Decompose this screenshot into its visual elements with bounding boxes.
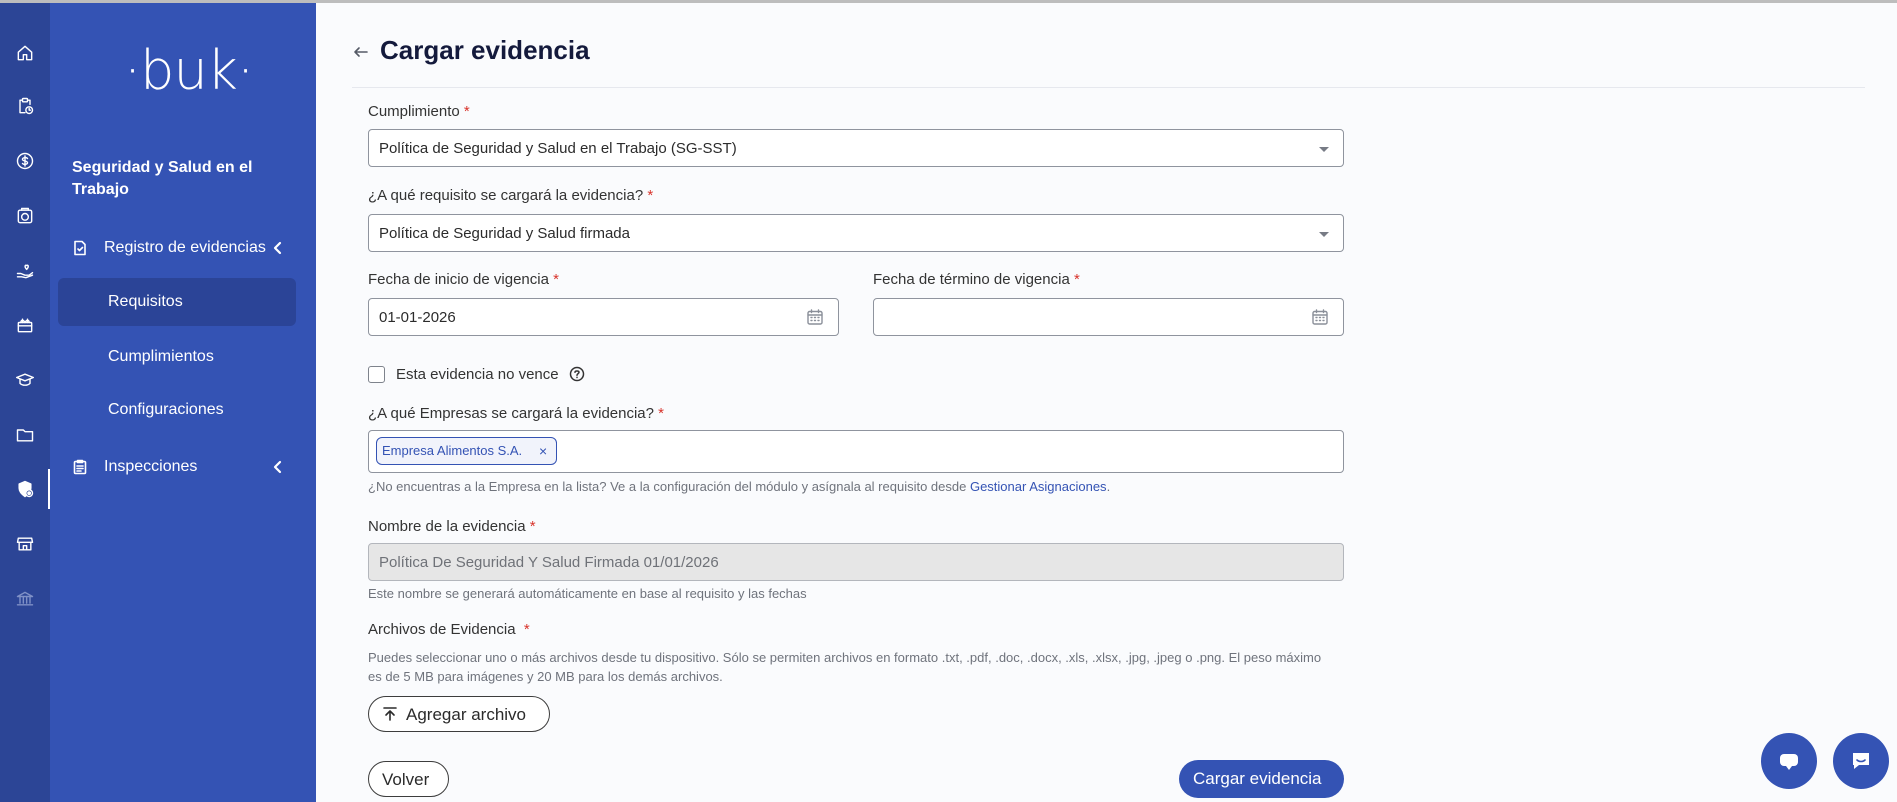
fecha-termino-input[interactable] <box>873 298 1344 336</box>
hand-heart-icon[interactable] <box>0 251 50 291</box>
sidebar-item-configuraciones[interactable]: Configuraciones <box>58 386 296 434</box>
home-icon[interactable] <box>0 33 50 73</box>
nombre-label: Nombre de la evidencia * <box>368 518 536 535</box>
sidebar-item-requisitos[interactable]: Requisitos <box>58 278 296 326</box>
empresas-hint: ¿No encuentras a la Empresa en la lista?… <box>368 479 1111 494</box>
sidebar-item-inspecciones[interactable]: Inspecciones <box>50 447 316 487</box>
back-arrow-icon[interactable] <box>352 43 370 61</box>
nombre-input: Política De Seguridad Y Salud Firmada 01… <box>368 543 1344 581</box>
cumplimiento-select[interactable]: Política de Seguridad y Salud en el Trab… <box>368 129 1344 167</box>
sidebar-item-label: Registro de evidencias <box>104 239 266 256</box>
fecha-inicio-label: Fecha de inicio de vigencia * <box>368 271 559 288</box>
caret-down-icon <box>1319 232 1329 237</box>
clipboard-list-icon <box>72 459 88 475</box>
dollar-circle-icon[interactable] <box>0 141 50 181</box>
nombre-hint: Este nombre se generará automáticamente … <box>368 586 807 601</box>
document-check-icon <box>72 240 88 256</box>
folder-icon[interactable] <box>0 415 50 455</box>
module-title: Seguridad y Salud en el Trabajo <box>72 159 253 198</box>
chevron-left-icon <box>270 240 286 256</box>
store-icon[interactable] <box>0 524 50 564</box>
clipboard-clock-icon[interactable] <box>0 86 50 126</box>
fecha-inicio-input[interactable]: 01-01-2026 <box>368 298 839 336</box>
fecha-inicio-value: 01-01-2026 <box>379 309 456 326</box>
chat-bubble-icon <box>1780 754 1798 770</box>
cargar-evidencia-button[interactable]: Cargar evidencia <box>1179 760 1344 798</box>
gestionar-asignaciones-link[interactable]: Gestionar Asignaciones <box>970 479 1107 494</box>
requisito-select[interactable]: Política de Seguridad y Salud firmada <box>368 214 1344 252</box>
upload-icon <box>382 706 398 722</box>
page-header: Cargar evidencia <box>352 3 1865 88</box>
sidebar-item-label: Configuraciones <box>108 401 224 418</box>
archivos-description: Puedes seleccionar uno o más archivos de… <box>368 650 1322 684</box>
nombre-value: Política De Seguridad Y Salud Firmada 01… <box>379 554 719 571</box>
shield-gear-icon[interactable] <box>0 469 50 509</box>
empresas-label: ¿A qué Empresas se cargará la evidencia?… <box>368 405 665 422</box>
remove-chip-icon[interactable]: × <box>539 438 547 464</box>
message-icon <box>1853 753 1869 769</box>
calendar-icon[interactable] <box>806 308 824 326</box>
sidebar: ·buk· Seguridad y Salud en el Trabajo Re… <box>50 3 316 802</box>
no-vence-row: Esta evidencia no vence <box>368 363 585 385</box>
fecha-termino-label: Fecha de término de vigencia * <box>873 271 1080 288</box>
volver-button[interactable]: Volver <box>368 761 449 797</box>
support-chat-button[interactable] <box>1761 733 1817 789</box>
cumplimiento-value: Política de Seguridad y Salud en el Trab… <box>379 140 737 157</box>
empresas-multiselect[interactable]: Empresa Alimentos S.A. × <box>368 430 1344 473</box>
graduation-cap-icon[interactable] <box>0 360 50 400</box>
cumplimiento-label: Cumplimiento * <box>368 103 470 120</box>
icon-rail <box>0 3 50 802</box>
bank-icon[interactable] <box>0 579 50 619</box>
agregar-archivo-button[interactable]: Agregar archivo <box>368 696 550 732</box>
help-icon[interactable] <box>569 366 585 382</box>
no-vence-checkbox[interactable] <box>368 365 385 383</box>
calendar-icon[interactable] <box>1311 308 1329 326</box>
chevron-left-icon <box>270 459 286 475</box>
sidebar-item-label: Cumplimientos <box>108 348 214 365</box>
buk-logo[interactable]: ·buk· <box>124 39 254 102</box>
sidebar-item-registro-evidencias[interactable]: Registro de evidencias <box>50 228 316 268</box>
sidebar-item-label: Inspecciones <box>104 458 198 475</box>
camera-icon[interactable] <box>0 196 50 236</box>
messages-button[interactable] <box>1833 733 1889 789</box>
empresa-chip-label: Empresa Alimentos S.A. <box>382 443 523 458</box>
main-content: Cargar evidencia Cumplimiento * Política… <box>316 3 1897 802</box>
sidebar-item-label: Requisitos <box>108 293 183 310</box>
archivos-label: Archivos de Evidencia * <box>368 621 530 638</box>
empresa-chip: Empresa Alimentos S.A. × <box>376 437 558 465</box>
caret-down-icon <box>1319 147 1329 152</box>
requisito-value: Política de Seguridad y Salud firmada <box>379 225 630 242</box>
gift-icon[interactable] <box>0 305 50 345</box>
requisito-label: ¿A qué requisito se cargará la evidencia… <box>368 187 654 204</box>
sidebar-item-cumplimientos[interactable]: Cumplimientos <box>58 333 296 381</box>
page-title: Cargar evidencia <box>380 35 590 65</box>
no-vence-label[interactable]: Esta evidencia no vence <box>396 366 559 383</box>
